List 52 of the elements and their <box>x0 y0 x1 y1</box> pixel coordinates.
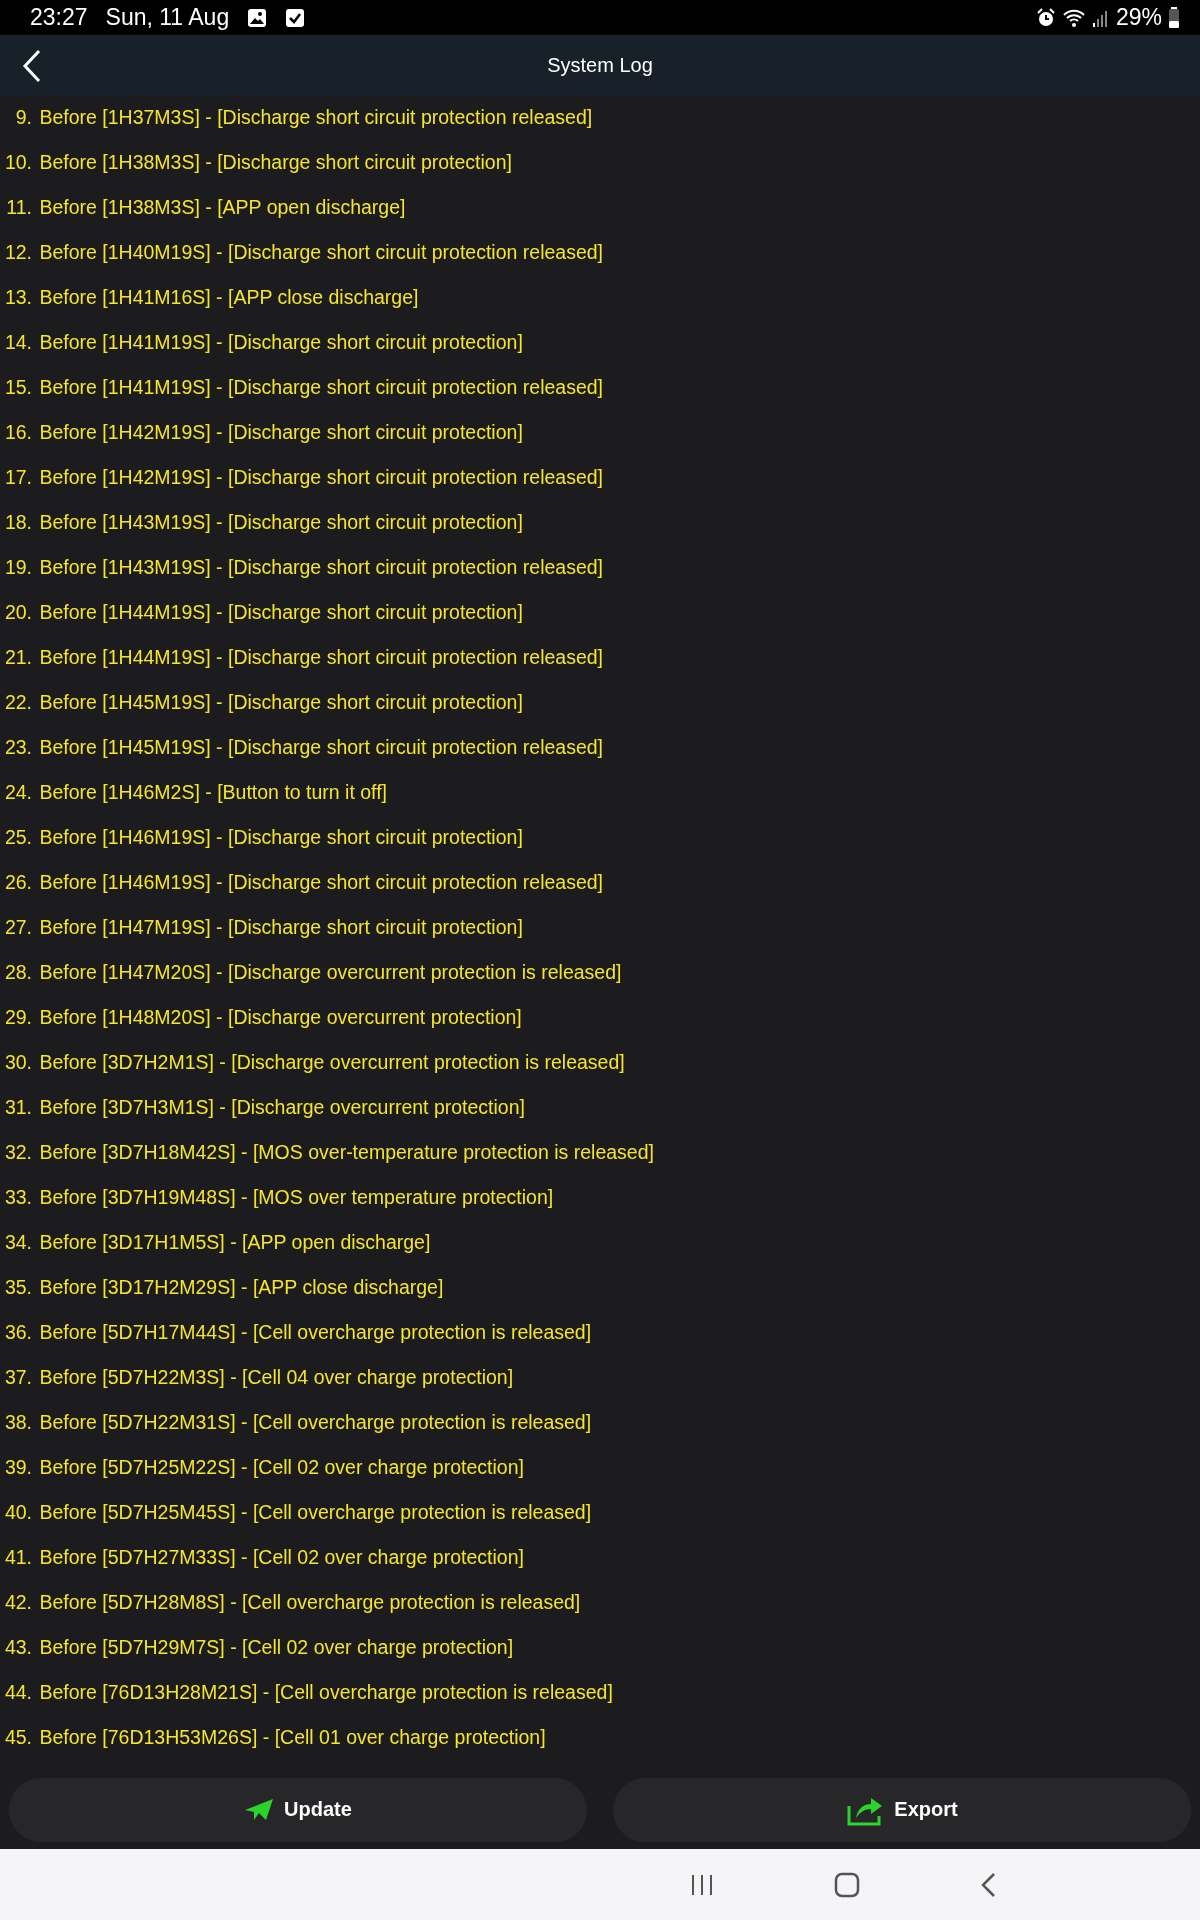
gallery-icon <box>247 7 268 28</box>
log-entry: 30. Before [3D7H2M1S] - [Discharge overcurrent protection is released] <box>3 1050 626 1075</box>
log-entry: 18. Before [1H43M19S] - [Discharge short circuit protection] <box>3 510 524 535</box>
log-entry: 25. Before [1H46M19S] - [Discharge short circuit protection] <box>3 825 524 850</box>
checkbox-icon <box>285 7 306 28</box>
status-date: Sun, 11 Aug <box>105 4 230 32</box>
log-entry: 9. Before [1H37M3S] - [Discharge short circuit protection released] <box>14 105 594 130</box>
log-entry: 12. Before [1H40M19S] - [Discharge short circuit protection released] <box>3 240 605 265</box>
log-entry: 16. Before [1H42M19S] - [Discharge short circuit protection] <box>3 420 524 445</box>
log-entry: 14. Before [1H41M19S] - [Discharge short circuit protection] <box>3 330 524 355</box>
wifi-icon <box>1061 7 1086 28</box>
log-entry: 26. Before [1H46M19S] - [Discharge short circuit protection released] <box>3 870 605 895</box>
battery-icon <box>1168 6 1180 29</box>
log-entry: 32. Before [3D7H18M42S] - [MOS over-temperature protection is released] <box>3 1140 655 1165</box>
log-entry: 43. Before [5D7H29M7S] - [Cell 02 over charge protection] <box>3 1635 515 1660</box>
log-entry: 45. Before [76D13H53M26S] - [Cell 01 over charge protection] <box>3 1725 547 1750</box>
paper-plane-icon <box>244 1798 275 1822</box>
log-entry: 10. Before [1H38M3S] - [Discharge short circuit protection] <box>3 150 513 175</box>
log-entry: 23. Before [1H45M19S] - [Discharge short circuit protection released] <box>3 735 605 760</box>
log-entry: 13. Before [1H41M16S] - [APP close discharge] <box>3 285 420 310</box>
home-icon[interactable] <box>834 1871 860 1898</box>
status-time: 23:27 <box>30 4 88 32</box>
log-entry: 33. Before [3D7H19M48S] - [MOS over temperature protection] <box>3 1185 555 1210</box>
update-button[interactable]: Update <box>9 1778 587 1842</box>
log-entry: 15. Before [1H41M19S] - [Discharge short circuit protection released] <box>3 375 605 400</box>
battery-percentage: 29% <box>1115 4 1162 32</box>
log-entry: 40. Before [5D7H25M45S] - [Cell overcharge protection is released] <box>3 1500 593 1525</box>
page-title: System Log <box>547 53 653 77</box>
log-entry: 41. Before [5D7H27M33S] - [Cell 02 over charge protection] <box>3 1545 525 1570</box>
log-entry: 35. Before [3D17H2M29S] - [APP close discharge] <box>3 1275 445 1300</box>
log-entry: 39. Before [5D7H25M22S] - [Cell 02 over charge protection] <box>3 1455 525 1480</box>
log-entry: 31. Before [3D7H3M1S] - [Discharge overcurrent protection] <box>3 1095 526 1120</box>
log-entry: 34. Before [3D17H1M5S] - [APP open discharge] <box>3 1230 432 1255</box>
log-entry: 42. Before [5D7H28M8S] - [Cell overcharge protection is released] <box>3 1590 582 1615</box>
log-entry: 36. Before [5D7H17M44S] - [Cell overcharge protection is released] <box>3 1320 593 1345</box>
log-entry: 38. Before [5D7H22M31S] - [Cell overcharge protection is released] <box>3 1410 593 1435</box>
log-entry: 37. Before [5D7H22M3S] - [Cell 04 over charge protection] <box>3 1365 515 1390</box>
log-entry: 21. Before [1H44M19S] - [Discharge short circuit protection released] <box>3 645 605 670</box>
log-entry: 19. Before [1H43M19S] - [Discharge short circuit protection released] <box>3 555 605 580</box>
log-entry: 11. Before [1H38M3S] - [APP open discharge] <box>5 195 407 220</box>
log-entry: 29. Before [1H48M20S] - [Discharge overcurrent protection] <box>3 1005 523 1030</box>
log-entry: 27. Before [1H47M19S] - [Discharge short circuit protection] <box>3 915 524 940</box>
back-icon[interactable] <box>980 1871 996 1898</box>
export-button[interactable]: Export <box>613 1778 1191 1842</box>
log-entry: 28. Before [1H47M20S] - [Discharge overcurrent protection is released] <box>3 960 623 985</box>
log-entry: 17. Before [1H42M19S] - [Discharge short circuit protection released] <box>3 465 605 490</box>
recent-apps-icon[interactable] <box>690 1872 714 1897</box>
log-entry: 44. Before [76D13H28M21S] - [Cell overcharge protection is released] <box>3 1680 614 1705</box>
alarm-icon <box>1035 7 1056 28</box>
log-entry: 20. Before [1H44M19S] - [Discharge short circuit protection] <box>3 600 524 625</box>
log-entry: 22. Before [1H45M19S] - [Discharge short circuit protection] <box>3 690 524 715</box>
log-entry: 24. Before [1H46M2S] - [Button to turn it off] <box>3 780 388 805</box>
